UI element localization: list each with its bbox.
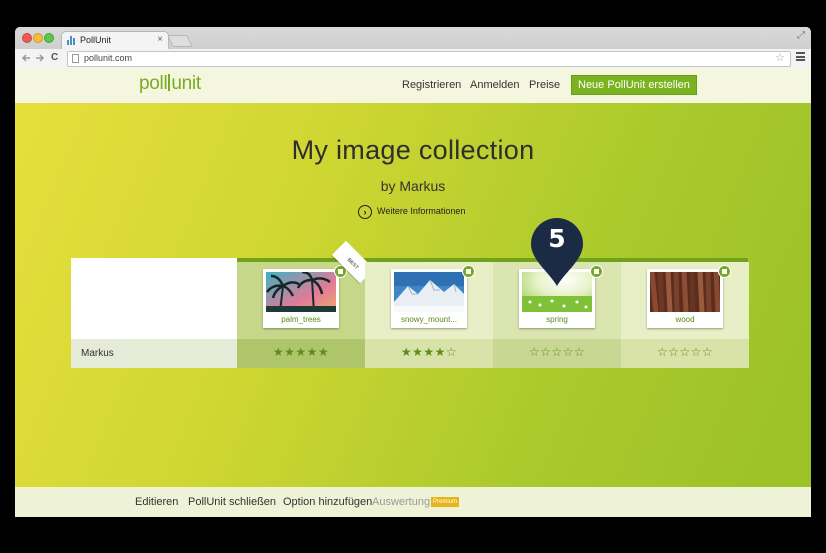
palm-trees-image[interactable] — [266, 272, 336, 312]
nav-register-link[interactable]: Registrieren — [402, 79, 461, 91]
option-card[interactable]: palm_trees — [263, 269, 339, 328]
option-caption: wood — [675, 315, 695, 324]
delete-option-icon[interactable] — [462, 265, 475, 278]
close-window-button[interactable] — [22, 33, 32, 43]
premium-badge: Premium — [431, 497, 460, 507]
wood-image[interactable] — [650, 272, 720, 312]
rating-cell: ★★★★★ — [237, 339, 365, 368]
address-bar[interactable]: pollunit.com ☆ — [67, 51, 791, 67]
nav-pricing-link[interactable]: Preise — [529, 79, 560, 91]
site-header: poll unit Registrieren Anmelden Preise Ne… — [15, 68, 811, 103]
option-card[interactable]: snowy_mount... — [391, 269, 467, 328]
new-tab-button[interactable] — [167, 35, 193, 47]
star-rating[interactable]: ★★★★☆ — [365, 345, 493, 359]
back-arrow-icon[interactable] — [21, 53, 31, 63]
option-column-snowy-mountains: ★★★★☆ snowy_mount... — [365, 262, 493, 368]
reload-icon[interactable]: C — [51, 52, 58, 63]
browser-tab[interactable]: PollUnit × — [61, 31, 169, 50]
snowy-mountains-image[interactable] — [394, 272, 464, 312]
tab-close-icon[interactable]: × — [157, 34, 163, 45]
pollunit-favicon-icon — [67, 36, 77, 45]
option-caption: palm_trees — [281, 315, 321, 324]
page-icon — [72, 54, 79, 63]
url-text[interactable]: pollunit.com — [84, 53, 132, 63]
evaluation-link[interactable]: Auswertung — [372, 496, 430, 508]
more-info-label: Weitere Informationen — [377, 206, 466, 216]
chevron-right-circle-icon: › — [358, 205, 372, 219]
pollunit-logo[interactable]: poll unit — [139, 73, 201, 95]
create-pollunit-button[interactable]: Neue PollUnit erstellen — [571, 75, 697, 95]
footer-toolbar: Editieren PollUnit schließen Option hinz… — [15, 487, 811, 517]
tab-title: PollUnit — [80, 35, 112, 45]
bookmark-star-icon[interactable]: ☆ — [775, 51, 785, 64]
option-caption: snowy_mount... — [400, 315, 458, 324]
star-rating[interactable]: ★★★★★ — [237, 345, 365, 359]
close-pollunit-link[interactable]: PollUnit schließen — [188, 496, 276, 508]
option-column-wood: ☆☆☆☆☆ wood — [621, 262, 749, 368]
author-byline: by Markus — [380, 178, 446, 194]
logo-text-poll: poll — [139, 73, 168, 94]
browser-toolbar: C pollunit.com ☆ — [15, 49, 811, 69]
edit-link[interactable]: Editieren — [135, 496, 178, 508]
browser-window: PollUnit × ⤢ C pollunit.com ☆ poll unit R… — [15, 27, 811, 517]
rating-cell: ☆☆☆☆☆ — [621, 339, 749, 368]
rating-cell: ☆☆☆☆☆ — [493, 339, 621, 368]
zoom-window-button[interactable] — [44, 33, 54, 43]
browser-menu-icon[interactable] — [796, 52, 805, 61]
delete-option-icon[interactable] — [718, 265, 731, 278]
option-column-palm-trees: ★★★★★ palm_trees BEST — [237, 240, 375, 368]
page-title: My image collection — [291, 135, 535, 165]
option-card[interactable]: wood — [647, 269, 723, 328]
star-rating[interactable]: ☆☆☆☆☆ — [621, 345, 749, 359]
marker-number: 5 — [548, 224, 566, 253]
fullscreen-icon[interactable]: ⤢ — [797, 30, 805, 41]
page-viewport: poll unit Registrieren Anmelden Preise Ne… — [15, 68, 811, 517]
nav-login-link[interactable]: Anmelden — [470, 79, 520, 91]
tab-bar: PollUnit × ⤢ — [15, 27, 811, 50]
delete-option-icon[interactable] — [590, 265, 603, 278]
poll-panel: Markus ★★★★★ palm_trees BEST ★★★★☆ snowy… — [71, 240, 749, 368]
participant-name: Markus — [81, 348, 114, 359]
add-option-link[interactable]: Option hinzufügen — [283, 496, 372, 508]
participant-row: Markus — [71, 339, 237, 368]
logo-text-unit: unit — [171, 73, 201, 94]
option-caption: spring — [546, 315, 568, 324]
rating-cell: ★★★★☆ — [365, 339, 493, 368]
minimize-window-button[interactable] — [33, 33, 43, 43]
participant-header-cell — [71, 258, 237, 339]
map-pin-marker: 5 — [529, 216, 585, 288]
forward-arrow-icon[interactable] — [35, 53, 45, 63]
star-rating[interactable]: ☆☆☆☆☆ — [493, 345, 621, 359]
